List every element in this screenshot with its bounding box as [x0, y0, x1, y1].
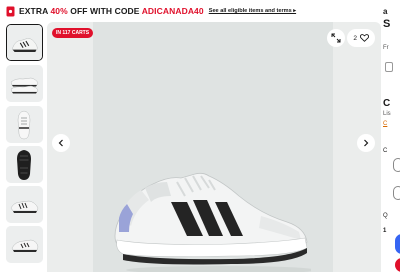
discount-link[interactable]: C: [383, 121, 387, 127]
promo-terms-link[interactable]: See all eligible items and terms ▸: [209, 8, 296, 14]
thumbnail-heel-view[interactable]: [6, 226, 43, 263]
list-price-text: Lis: [383, 111, 391, 117]
thumbnail-angle-view[interactable]: [6, 186, 43, 223]
color-select[interactable]: [393, 158, 400, 172]
thumbnail-sole-view[interactable]: [6, 146, 43, 183]
size-select[interactable]: [393, 186, 400, 200]
shoe-heel-image: [6, 226, 43, 263]
shoe-top-image: [6, 106, 43, 143]
running-shoe-image: [114, 172, 311, 272]
expand-button[interactable]: [327, 29, 345, 47]
feedback-text: Fr: [383, 45, 389, 51]
seller-text: a: [383, 7, 388, 16]
prev-arrow-icon: [58, 139, 63, 147]
heart-icon: [360, 34, 369, 42]
thumbnail-side-view[interactable]: [6, 24, 43, 61]
shoe-pair-image: [6, 65, 43, 102]
quantity-label: Q: [383, 213, 388, 219]
shoe-angle-image: [6, 186, 43, 223]
expand-icon: [331, 33, 341, 43]
cart-count-badge: IN 117 CARTS: [52, 28, 94, 38]
promo-banner: EXTRA 40% OFF WITH CODE ADICANADA40 See …: [0, 0, 400, 22]
share-box[interactable]: [385, 62, 393, 72]
product-info-column: a S Fr C Lis C C Q 1: [381, 0, 400, 272]
color-label: C: [383, 148, 388, 154]
shoe-sole-image: [6, 146, 43, 183]
main-image-panel[interactable]: IN 117 CARTS 2: [47, 22, 381, 272]
coupon-tag-icon: [6, 6, 15, 16]
watch-count: 2: [353, 34, 357, 42]
next-image-button[interactable]: [357, 134, 375, 152]
watchlist-button[interactable]: 2: [347, 29, 375, 47]
next-arrow-icon: [364, 139, 369, 147]
quantity-value[interactable]: 1: [383, 228, 386, 234]
thumbnail-pair-view[interactable]: [6, 65, 43, 102]
price-text: C: [383, 98, 391, 109]
promo-text: EXTRA 40% OFF WITH CODE ADICANADA40: [19, 6, 204, 16]
thumbnail-strip: [4, 22, 46, 272]
add-to-cart-button[interactable]: [395, 258, 400, 272]
product-title: S: [383, 18, 391, 30]
prev-image-button[interactable]: [52, 134, 70, 152]
buy-now-button[interactable]: [395, 234, 400, 254]
shoe-side-image: [7, 25, 42, 60]
thumbnail-top-view[interactable]: [6, 106, 43, 143]
